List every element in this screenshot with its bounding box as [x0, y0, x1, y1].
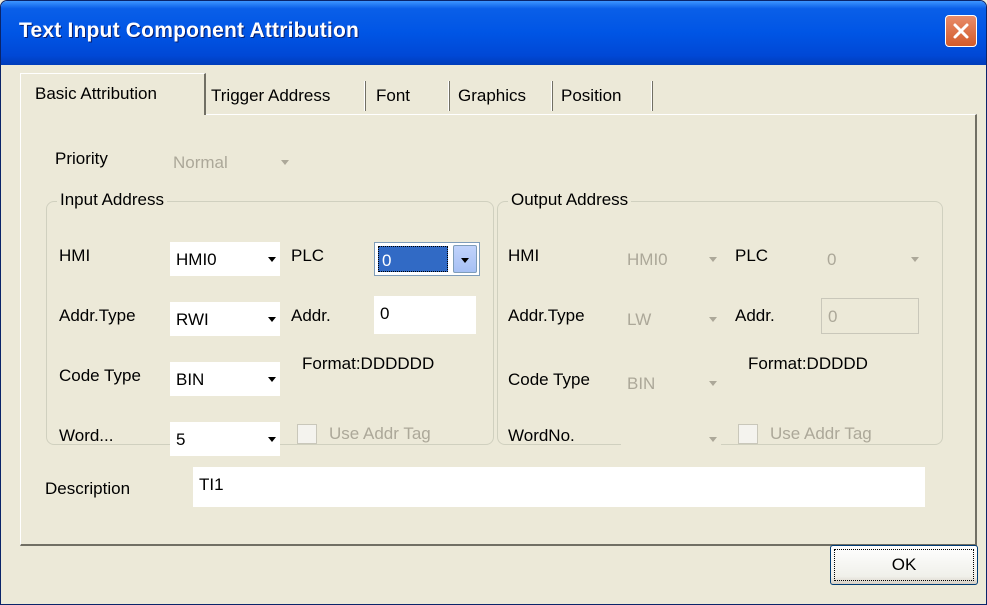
output-address-group: Output Address HMI HMI0 PLC 0 Addr.Type …: [497, 190, 943, 456]
chevron-down-icon: [911, 257, 919, 262]
input-plc-label: PLC: [291, 246, 325, 265]
output-plc-value: 0: [827, 250, 837, 269]
tab-font[interactable]: Font: [366, 73, 450, 115]
tab-position[interactable]: Position: [553, 73, 653, 115]
tab-label: Position: [561, 86, 622, 105]
input-address-group: Input Address HMI HMI0 PLC 0 Addr.Type R…: [46, 190, 494, 456]
tab-label: Font: [376, 86, 411, 105]
tab-basic-attribution[interactable]: Basic Attribution: [20, 73, 206, 115]
output-word-select[interactable]: [621, 422, 721, 456]
output-addr-type-select[interactable]: LW: [621, 302, 721, 336]
chevron-down-icon: [461, 258, 469, 263]
priority-label: Priority: [55, 149, 108, 168]
chevron-down-icon: [709, 257, 717, 262]
output-word-label: WordNo.: [508, 426, 575, 445]
input-addr-type-select[interactable]: RWI: [170, 302, 280, 336]
output-plc-select[interactable]: 0: [821, 242, 923, 276]
output-use-addr-tag-label: Use Addr Tag: [770, 424, 872, 443]
tab-trigger-address[interactable]: Trigger Address: [206, 73, 366, 115]
tab-label: Graphics: [458, 86, 527, 105]
tab-separator: [651, 81, 653, 111]
input-use-addr-tag-label: Use Addr Tag: [329, 424, 431, 443]
output-hmi-value: HMI0: [627, 250, 668, 269]
dialog-client: Basic Attribution Trigger Address Font G…: [4, 65, 983, 601]
output-addr-label: Addr.: [735, 306, 775, 325]
output-addr-type-value: LW: [627, 310, 652, 329]
chevron-down-icon: [709, 437, 717, 442]
input-addr-value: 0: [380, 304, 390, 323]
output-addr-field[interactable]: 0: [821, 298, 919, 334]
input-plc-selection: 0: [378, 246, 448, 272]
description-value: TI1: [199, 475, 224, 494]
output-address-title: Output Address: [508, 190, 632, 210]
input-format-text: Format:DDDDDD: [302, 354, 435, 373]
tab-label: Basic Attribution: [35, 84, 157, 103]
description-field[interactable]: TI1: [193, 467, 925, 507]
priority-select[interactable]: Normal: [167, 145, 293, 179]
input-code-type-value: BIN: [176, 370, 205, 389]
input-word-label: Word...: [59, 426, 114, 445]
output-hmi-select[interactable]: HMI0: [621, 242, 721, 276]
output-use-addr-tag-checkbox[interactable]: [738, 424, 758, 444]
chevron-down-icon: [281, 160, 289, 165]
input-addr-type-label: Addr.Type: [59, 306, 136, 325]
chevron-down-icon: [709, 381, 717, 386]
output-addr-type-label: Addr.Type: [508, 306, 585, 325]
output-format-text: Format:DDDDD: [748, 354, 868, 373]
tab-label: Trigger Address: [211, 86, 331, 105]
input-use-addr-tag-checkbox[interactable]: [297, 424, 317, 444]
output-plc-label: PLC: [735, 246, 769, 265]
input-addr-label: Addr.: [291, 306, 331, 325]
tab-graphics[interactable]: Graphics: [450, 73, 553, 115]
input-addr-type-value: RWI: [176, 310, 209, 329]
close-icon: [953, 23, 969, 39]
input-plc-select[interactable]: 0: [374, 242, 480, 276]
output-code-type-value: BIN: [627, 374, 656, 393]
close-button[interactable]: [945, 15, 977, 47]
input-code-type-select[interactable]: BIN: [170, 362, 280, 396]
input-addr-field[interactable]: 0: [374, 296, 476, 334]
ok-button-label: OK: [891, 555, 917, 574]
priority-value: Normal: [173, 153, 228, 172]
input-hmi-label: HMI: [59, 246, 91, 265]
output-code-type-select[interactable]: BIN: [621, 366, 721, 400]
dialog-window: Text Input Component Attribution Basic A…: [0, 0, 987, 605]
input-hmi-value: HMI0: [176, 250, 217, 269]
input-plc-value: 0: [382, 251, 392, 270]
tab-panel: Priority Normal Input Address HMI HMI0 P…: [20, 114, 977, 546]
ok-button[interactable]: OK: [830, 545, 978, 585]
input-word-value: 5: [176, 430, 186, 449]
input-hmi-select[interactable]: HMI0: [170, 242, 280, 276]
chevron-down-icon: [268, 377, 276, 382]
chevron-down-icon: [709, 317, 717, 322]
input-code-type-label: Code Type: [59, 366, 141, 385]
input-plc-dropdown-button[interactable]: [453, 245, 477, 273]
output-addr-value: 0: [828, 307, 838, 326]
output-code-type-label: Code Type: [508, 370, 590, 389]
chevron-down-icon: [268, 437, 276, 442]
description-label: Description: [45, 479, 131, 498]
title-bar[interactable]: Text Input Component Attribution: [1, 1, 986, 65]
chevron-down-icon: [268, 257, 276, 262]
output-hmi-label: HMI: [508, 246, 540, 265]
input-address-title: Input Address: [57, 190, 167, 210]
window-title: Text Input Component Attribution: [19, 19, 360, 42]
input-word-select[interactable]: 5: [170, 422, 280, 456]
chevron-down-icon: [268, 317, 276, 322]
